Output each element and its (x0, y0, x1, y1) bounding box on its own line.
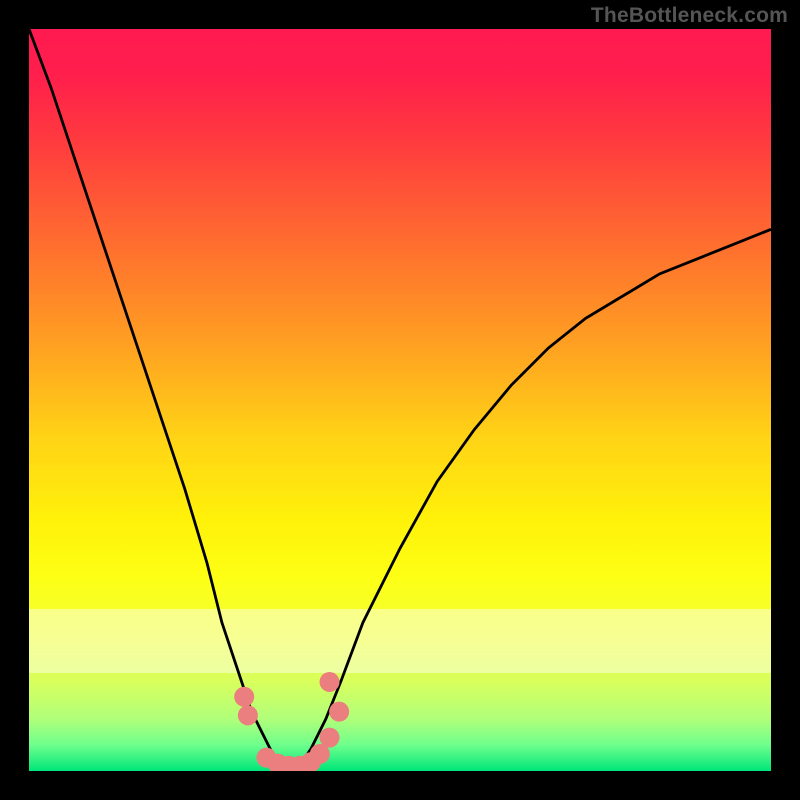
marker-group (234, 672, 349, 771)
right-curve (296, 229, 771, 771)
watermark-text: TheBottleneck.com (591, 4, 788, 28)
data-marker (234, 687, 254, 707)
chart-frame: TheBottleneck.com (0, 0, 800, 800)
curves-layer (29, 29, 771, 771)
data-marker (329, 702, 349, 722)
data-marker (320, 672, 340, 692)
data-marker (238, 705, 258, 725)
plot-area (29, 29, 771, 771)
data-marker (320, 728, 340, 748)
left-curve (29, 29, 296, 771)
